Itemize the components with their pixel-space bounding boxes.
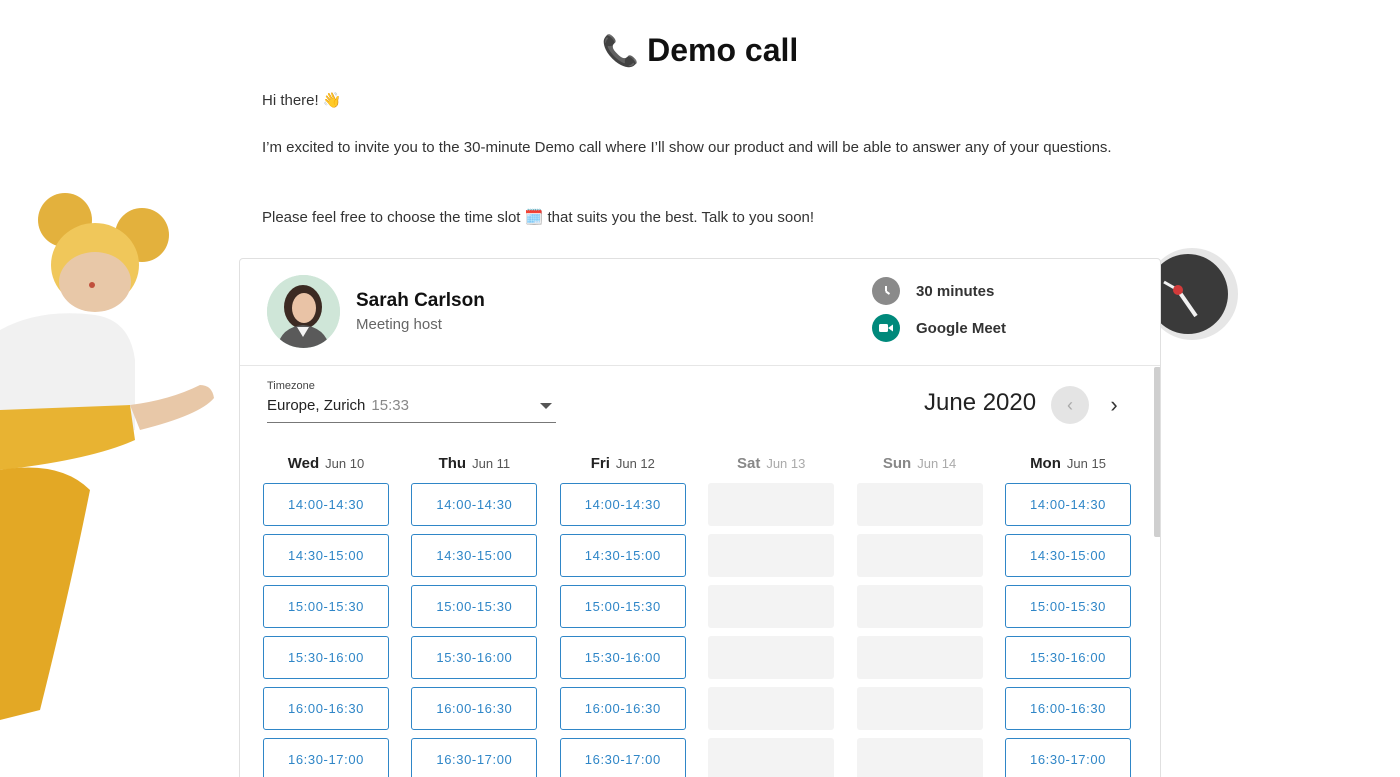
day-date: Jun 15 [1066,456,1106,471]
platform-row: Google Meet [872,314,1006,342]
choose-text-before: Please feel free to choose the time slot [262,209,521,226]
day-name: Sat [736,455,761,472]
wave-icon: 👋 [322,92,342,109]
time-slot-button[interactable]: 16:30-17:00 [263,738,389,777]
unavailable-slot [708,687,835,730]
unavailable-slot [856,585,983,628]
calendar-emoji-icon: 🗓️ [524,209,544,226]
unavailable-slot [856,483,983,526]
time-slot-button[interactable]: 16:30-17:00 [1005,738,1131,777]
day-date: Jun 12 [615,456,655,471]
day-header: Thu Jun 11 [411,455,537,475]
day-column: Sat Jun 13 [708,455,835,777]
day-name: Wed [287,455,320,472]
day-column: Wed Jun 10 14:00-14:30 14:30-15:00 15:00-15:… [263,455,389,777]
day-date: Jun 13 [766,456,806,471]
day-date: Jun 10 [325,456,365,471]
unavailable-slot [856,738,983,777]
time-slot-button[interactable]: 14:30-15:00 [411,534,538,577]
timezone-label: Timezone [267,380,315,392]
month-label: June 2020 [924,389,1037,416]
unavailable-slot [708,738,835,777]
choose-slot-text: Please feel free to choose the time slot… [262,206,1142,230]
time-slot-button[interactable]: 14:00-14:30 [411,483,538,526]
prev-week-button[interactable]: ‹ [1051,386,1089,424]
host-name: Sarah Carlson [356,290,485,311]
day-header: Mon Jun 15 [1005,455,1131,475]
chevron-right-icon: › [1110,392,1118,417]
day-header: Sat Jun 13 [708,455,834,475]
clock-icon [872,277,900,305]
greeting-text: Hi there! 👋 [262,89,1142,113]
day-column: Fri Jun 12 14:00-14:30 14:30-15:00 15:00-15:… [559,455,686,777]
unavailable-slot [708,534,835,577]
time-slot-button[interactable]: 14:00-14:30 [559,483,686,526]
chevron-down-icon [540,403,552,409]
day-column: Mon Jun 15 14:00-14:30 14:30-15:00 15:00-15:… [1005,455,1131,777]
booking-card: Sarah Carlson Meeting host 30 minutes Go… [239,258,1161,777]
day-header: Sun Jun 14 [857,455,983,475]
unavailable-slot [856,534,983,577]
duration-label: 30 minutes [916,282,995,300]
intro-paragraph: I’m excited to invite you to the 30-minu… [262,139,1112,156]
day-column: Sun Jun 14 [856,455,983,777]
page-title: 📞 Demo call [0,32,1400,69]
phone-icon: 📞 [601,35,640,68]
time-slot-button[interactable]: 16:00-16:30 [1005,687,1131,730]
time-slot-button[interactable]: 15:30-16:00 [263,636,389,679]
time-slot-button[interactable]: 14:30-15:00 [1005,534,1131,577]
time-slot-button[interactable]: 14:00-14:30 [263,483,389,526]
clock-decoration-icon [1150,248,1238,340]
platform-label: Google Meet [916,319,1007,337]
time-slot-button[interactable]: 15:00-15:30 [263,585,389,628]
character-illustration-icon [0,193,214,720]
time-slot-button[interactable]: 16:00-16:30 [263,687,389,730]
time-slot-button[interactable]: 15:00-15:30 [411,585,538,628]
chevron-left-icon: ‹ [1067,394,1073,415]
time-slot-button[interactable]: 15:00-15:30 [1005,585,1131,628]
time-slot-button[interactable]: 15:30-16:00 [559,636,686,679]
person-avatar-icon [267,275,340,348]
day-name: Sun [882,455,912,472]
card-header: Sarah Carlson Meeting host 30 minutes Go… [240,259,1160,366]
time-slot-button[interactable]: 14:00-14:30 [1005,483,1131,526]
unavailable-slot [856,636,983,679]
day-name: Fri [590,455,610,472]
day-name: Mon [1030,455,1061,472]
time-slot-button[interactable]: 16:30-17:00 [411,738,538,777]
greeting-label: Hi there! [262,92,319,109]
host-avatar [267,275,340,348]
choose-text-after: that suits you the best. Talk to you soo… [547,209,815,226]
time-slot-button[interactable]: 15:00-15:30 [559,585,686,628]
day-header: Wed Jun 10 [263,455,389,475]
page-title-text: Demo call [647,32,799,68]
time-slot-button[interactable]: 14:30-15:00 [263,534,389,577]
time-slot-button[interactable]: 16:30-17:00 [559,738,686,777]
unavailable-slot [708,483,835,526]
time-slot-button[interactable]: 16:00-16:30 [411,687,538,730]
google-meet-icon [872,314,900,342]
host-role: Meeting host [356,316,442,333]
time-slot-button[interactable]: 15:30-16:00 [411,636,538,679]
unavailable-slot [708,585,835,628]
timezone-select[interactable]: Europe, Zurich 15:33 [267,397,556,423]
timezone-value: Europe, Zurich [267,397,366,414]
day-header: Fri Jun 12 [560,455,686,475]
duration-row: 30 minutes [872,277,994,305]
scrollbar[interactable] [1154,367,1160,537]
unavailable-slot [708,636,835,679]
time-slot-button[interactable]: 16:00-16:30 [559,687,686,730]
day-name: Thu [438,455,467,472]
timezone-time: 15:33 [371,397,409,414]
day-column: Thu Jun 11 14:00-14:30 14:30-15:00 15:00-15:… [411,455,538,777]
day-date: Jun 14 [917,456,957,471]
next-week-button[interactable]: › [1097,386,1131,424]
day-date: Jun 11 [472,456,511,471]
time-slot-button[interactable]: 14:30-15:00 [559,534,686,577]
time-slot-button[interactable]: 15:30-16:00 [1005,636,1131,679]
unavailable-slot [856,687,983,730]
